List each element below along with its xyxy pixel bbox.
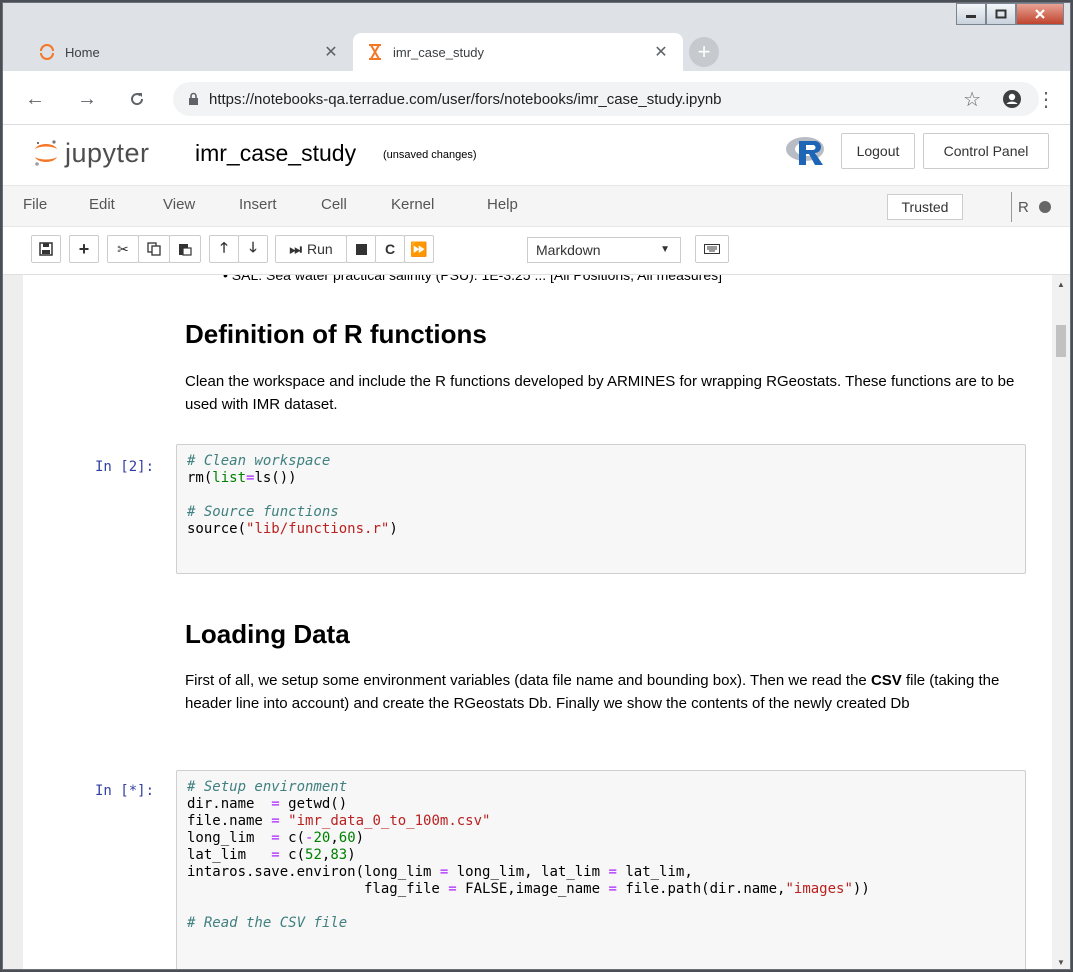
partial-list-item: • SAL: Sea water practical salinity (PSU… xyxy=(223,275,722,283)
scrollbar-thumb[interactable] xyxy=(1056,325,1066,357)
menu-help[interactable]: Help xyxy=(487,196,518,213)
tab-home[interactable]: Home ✕ xyxy=(25,33,353,71)
back-arrow-icon[interactable]: ← xyxy=(23,87,47,111)
vertical-scrollbar[interactable]: ▲ ▼ xyxy=(1052,275,1070,969)
save-icon[interactable] xyxy=(31,235,61,263)
menu-edit[interactable]: Edit xyxy=(89,196,115,213)
jupyter-favicon-icon xyxy=(39,44,55,60)
add-cell-icon[interactable]: + xyxy=(69,235,99,263)
kernel-busy-icon xyxy=(1038,201,1051,213)
scroll-up-icon[interactable]: ▲ xyxy=(1052,275,1070,293)
cell-toolbar: + ✂ 🡑 🡓 ⏭ Run C ⏩ Markdown ▼ xyxy=(3,229,1070,269)
run-label: Run xyxy=(306,241,333,257)
control-panel-button[interactable]: Control Panel xyxy=(923,133,1049,169)
menu-kernel[interactable]: Kernel xyxy=(391,196,434,213)
heading-loading-data: Loading Data xyxy=(185,619,350,649)
close-tab-icon[interactable]: ✕ xyxy=(321,42,341,62)
minimize-icon[interactable] xyxy=(956,3,986,25)
new-tab-button[interactable]: + xyxy=(689,37,719,67)
notebook-page: • SAL: Sea water practical salinity (PSU… xyxy=(23,275,1053,969)
chevron-down-icon: ▼ xyxy=(660,244,670,255)
notebook-scroll-area[interactable]: • SAL: Sea water practical salinity (PSU… xyxy=(3,275,1070,969)
paragraph-text: First of all, we setup some environment … xyxy=(185,672,871,689)
move-up-icon[interactable]: 🡑 xyxy=(209,235,239,263)
hourglass-icon xyxy=(367,44,383,60)
cell-type-select[interactable]: Markdown ▼ xyxy=(527,237,681,263)
url-text: https://notebooks-qa.terradue.com/user/f… xyxy=(209,90,722,108)
scroll-down-icon[interactable]: ▼ xyxy=(1052,953,1070,969)
browser-toolbar: ← → https://notebooks-qa.terradue.com/us… xyxy=(3,71,1070,125)
copy-icon[interactable] xyxy=(138,235,170,263)
tab-title: imr_case_study xyxy=(393,44,485,60)
code-cell-setup-environment[interactable]: # Setup environment dir.name = getwd() f… xyxy=(176,770,1026,969)
paste-icon[interactable] xyxy=(169,235,201,263)
tab-strip: Home ✕ imr_case_study ✕ + xyxy=(3,3,1070,73)
forward-arrow-icon[interactable]: → xyxy=(75,87,99,111)
notebook-menubar: File Edit View Insert Cell Kernel Help T… xyxy=(3,185,1070,227)
close-tab-icon[interactable]: ✕ xyxy=(651,42,671,62)
cut-icon[interactable]: ✂ xyxy=(107,235,139,263)
jupyter-wordmark: jupyter xyxy=(65,137,150,168)
section1-paragraph: Clean the workspace and include the R fu… xyxy=(185,373,1015,413)
run-icon: ⏭ xyxy=(289,240,302,257)
menu-insert[interactable]: Insert xyxy=(239,196,277,213)
code-cell-clean-workspace[interactable]: # Clean workspace rm(list=ls()) # Source… xyxy=(176,444,1026,574)
cell-prompt: In [*]: xyxy=(95,783,155,799)
jupyter-logo-icon xyxy=(35,140,57,166)
reload-icon[interactable] xyxy=(125,87,149,111)
save-status: (unsaved changes) xyxy=(383,149,477,161)
close-window-icon[interactable] xyxy=(1016,3,1064,25)
menu-view[interactable]: View xyxy=(163,196,195,213)
jupyter-logo[interactable]: jupyter xyxy=(33,133,150,173)
move-down-icon[interactable]: 🡓 xyxy=(238,235,268,263)
heading-definition-of-r-functions: Definition of R functions xyxy=(185,319,487,349)
restart-icon[interactable]: C xyxy=(375,235,405,263)
lock-icon xyxy=(185,91,201,107)
kernel-name: R xyxy=(1018,198,1029,216)
browser-window: Home ✕ imr_case_study ✕ + ← → https://no… xyxy=(2,2,1071,970)
more-menu-icon[interactable]: ⋮ xyxy=(1036,87,1056,112)
kernel-indicator: R xyxy=(1011,192,1051,222)
keyboard-icon[interactable] xyxy=(695,235,729,263)
csv-bold: CSV xyxy=(870,672,902,689)
address-bar[interactable]: https://notebooks-qa.terradue.com/user/f… xyxy=(173,82,1039,116)
notebook-name[interactable]: imr_case_study xyxy=(195,140,356,167)
tab-imr-case-study[interactable]: imr_case_study ✕ xyxy=(353,33,683,71)
fast-forward-icon[interactable]: ⏩ xyxy=(404,235,434,263)
logout-button[interactable]: Logout xyxy=(841,133,915,169)
stop-icon[interactable] xyxy=(346,235,376,263)
bookmark-star-icon[interactable]: ☆ xyxy=(963,87,981,112)
menu-file[interactable]: File xyxy=(23,196,47,213)
tab-title: Home xyxy=(65,44,100,60)
menu-cell[interactable]: Cell xyxy=(321,196,347,213)
trusted-badge[interactable]: Trusted xyxy=(887,194,963,220)
r-kernel-logo-icon xyxy=(786,137,824,165)
account-icon[interactable] xyxy=(1001,88,1023,110)
section2-paragraph: First of all, we setup some environment … xyxy=(185,669,1025,715)
jupyter-header: jupyter imr_case_study (unsaved changes)… xyxy=(3,125,1070,275)
cell-prompt: In [2]: xyxy=(95,459,155,475)
run-button[interactable]: ⏭ Run xyxy=(275,235,347,263)
cell-type-value: Markdown xyxy=(536,242,601,258)
window-controls xyxy=(956,3,1064,27)
maximize-icon[interactable] xyxy=(986,3,1016,25)
